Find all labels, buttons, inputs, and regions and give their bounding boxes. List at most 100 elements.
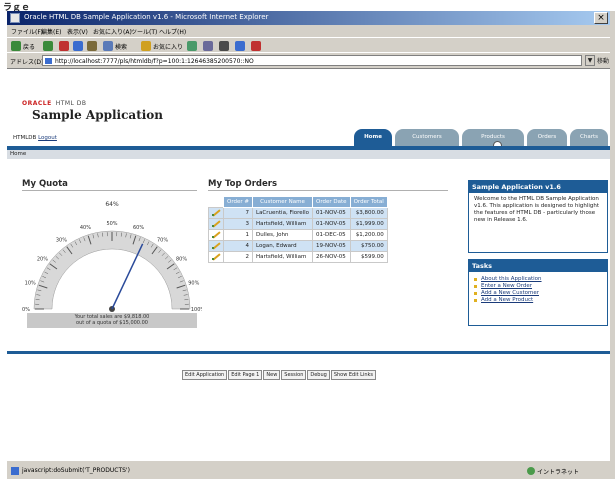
gauge-scale-label: 60% <box>133 225 144 231</box>
intranet-zone-icon <box>527 467 535 475</box>
browser-toolbar: 戻る 検索 お気に入り <box>7 37 610 52</box>
forward-icon[interactable] <box>43 41 53 51</box>
pencil-icon[interactable] <box>212 209 220 216</box>
tab-charts[interactable]: Charts <box>570 129 608 146</box>
browser-window: Oracle HTML DB Sample Application v1.6 -… <box>6 11 615 479</box>
gauge-scale-label: 10% <box>25 280 36 286</box>
menu-tools[interactable]: ツール(T) <box>131 27 157 36</box>
home-icon[interactable] <box>87 41 97 51</box>
show-edit-links-button[interactable]: Show Edit Links <box>330 370 377 380</box>
gauge-value-label: 64% <box>105 201 119 208</box>
edit-pencil-icon[interactable] <box>208 229 224 241</box>
edit-pencil-icon[interactable] <box>208 207 224 219</box>
gauge-caption-line2: out of a quota of $15,000.00 <box>76 320 148 326</box>
gauge-scale-label: 50% <box>106 221 117 227</box>
tab-customers[interactable]: Customers <box>395 129 459 146</box>
address-dropdown-icon[interactable]: ▼ <box>585 55 595 66</box>
tasks-box: Tasks About this Application Enter a New… <box>468 259 608 326</box>
cell-order-date: 01-NOV-05 <box>312 207 351 219</box>
breadcrumb-home[interactable]: Home <box>10 151 26 157</box>
go-button[interactable]: 移動 <box>597 56 609 65</box>
info-box-body: Welcome to the HTML DB Sample Applicatio… <box>474 196 600 223</box>
edit-pencil-icon[interactable] <box>208 240 224 252</box>
oracle-logo-text: ORACLE <box>22 100 52 107</box>
cell-order-total: $599.00 <box>349 251 388 263</box>
edit-pencil-icon[interactable] <box>208 218 224 230</box>
refresh-icon[interactable] <box>73 41 83 51</box>
edit-page-button[interactable]: Edit Page 1 <box>228 370 263 380</box>
gauge-scale-label: 30% <box>56 237 67 243</box>
title-bar: Oracle HTML DB Sample Application v1.6 -… <box>7 11 610 25</box>
stop-icon[interactable] <box>59 41 69 51</box>
table-row: 7 LaCruentia, Fiorello 01-NOV-05 $3,800.00 <box>208 207 388 219</box>
edit-application-button[interactable]: Edit Application <box>182 370 228 380</box>
menu-file[interactable]: ファイル(F) <box>11 27 43 36</box>
orders-table: Order # Customer Name Order Date Order T… <box>208 196 388 263</box>
cell-order-date: 01-NOV-05 <box>312 218 351 230</box>
pencil-icon[interactable] <box>212 220 220 227</box>
cell-order-number: 7 <box>223 207 253 219</box>
address-bar: アドレス(D) http://localhost:7777/pls/htmldb… <box>7 52 610 67</box>
orders-body: 7 LaCruentia, Fiorello 01-NOV-05 $3,800.00 3… <box>208 207 388 263</box>
print-icon[interactable] <box>219 41 229 51</box>
pencil-icon[interactable] <box>212 242 220 249</box>
status-page-icon <box>11 467 19 475</box>
back-icon[interactable] <box>11 41 21 51</box>
new-button[interactable]: New <box>263 370 281 380</box>
cell-order-number: 4 <box>223 240 253 252</box>
tasks-title: Tasks <box>469 260 607 272</box>
gauge-svg: 0%10%20%30%40%50%60%70%80%90%100% 64% <box>22 201 205 313</box>
task-link-about[interactable]: About this Application <box>474 276 602 283</box>
messenger-icon[interactable] <box>251 41 261 51</box>
table-row: 2 Hartsfield, William 26-NOV-05 $599.00 <box>208 251 388 263</box>
cell-customer-name: LaCruentia, Fiorello <box>251 207 314 219</box>
status-text: javascript:doSubmit('T_PRODUCTS') <box>22 467 130 474</box>
gauge-caption: Your total sales are $9,818.00 out of a … <box>27 313 197 328</box>
close-icon[interactable]: × <box>594 12 608 24</box>
favorites-icon[interactable] <box>141 41 151 51</box>
address-label: アドレス(D) <box>10 59 44 66</box>
menu-edit[interactable]: 編集(E) <box>41 27 61 36</box>
col-order-number[interactable]: Order # <box>223 196 253 208</box>
cell-order-date: 26-NOV-05 <box>312 251 351 263</box>
col-order-total[interactable]: Order Total <box>349 196 388 208</box>
developer-toolbar: Edit Application Edit Page 1 New Session… <box>182 370 377 380</box>
app-title: Sample Application <box>32 108 164 122</box>
address-input[interactable]: http://localhost:7777/pls/htmldb/f?p=100… <box>42 55 582 66</box>
search-icon[interactable] <box>103 41 113 51</box>
tab-home[interactable]: Home <box>354 129 392 146</box>
col-order-date[interactable]: Order Date <box>312 196 351 208</box>
info-box-title: Sample Application v1.6 <box>469 181 607 193</box>
session-button[interactable]: Session <box>281 370 307 380</box>
gauge-scale-label: 20% <box>37 256 48 262</box>
debug-button[interactable]: Debug <box>307 370 330 380</box>
zone-label: イントラネット <box>537 469 580 476</box>
window-title: Oracle HTML DB Sample Application v1.6 -… <box>24 13 269 21</box>
cell-order-total: $1,999.00 <box>349 218 388 230</box>
menu-help[interactable]: ヘルプ(H) <box>159 27 186 36</box>
history-icon[interactable] <box>187 41 197 51</box>
edit-pencil-icon[interactable] <box>208 251 224 263</box>
task-link-new-product[interactable]: Add a New Product <box>474 297 602 304</box>
task-link-new-customer[interactable]: Add a New Customer <box>474 290 602 297</box>
cell-order-total: $3,800.00 <box>349 207 388 219</box>
pencil-icon[interactable] <box>212 253 220 260</box>
cell-order-total: $750.00 <box>349 240 388 252</box>
col-customer-name[interactable]: Customer Name <box>251 196 314 208</box>
gauge-scale-label: 40% <box>80 225 91 231</box>
cell-customer-name: Hartsfield, William <box>251 218 314 230</box>
favorites-label: お気に入り <box>153 44 184 51</box>
gauge-needle <box>111 243 144 310</box>
menu-view[interactable]: 表示(V) <box>67 27 88 36</box>
orders-header-row: Order # Customer Name Order Date Order T… <box>208 196 388 208</box>
logout-link[interactable]: Logout <box>38 135 57 141</box>
page-icon <box>45 58 52 64</box>
gauge-scale-label: 90% <box>188 280 199 286</box>
tab-orders[interactable]: Orders <box>527 129 567 146</box>
table-row: 3 Hartsfield, William 01-NOV-05 $1,999.00 <box>208 218 388 230</box>
menu-favorites[interactable]: お気に入り(A) <box>93 27 132 36</box>
mail-icon[interactable] <box>203 41 213 51</box>
edit-icon[interactable] <box>235 41 245 51</box>
task-link-new-order[interactable]: Enter a New Order <box>474 283 602 290</box>
pencil-icon[interactable] <box>212 231 220 238</box>
